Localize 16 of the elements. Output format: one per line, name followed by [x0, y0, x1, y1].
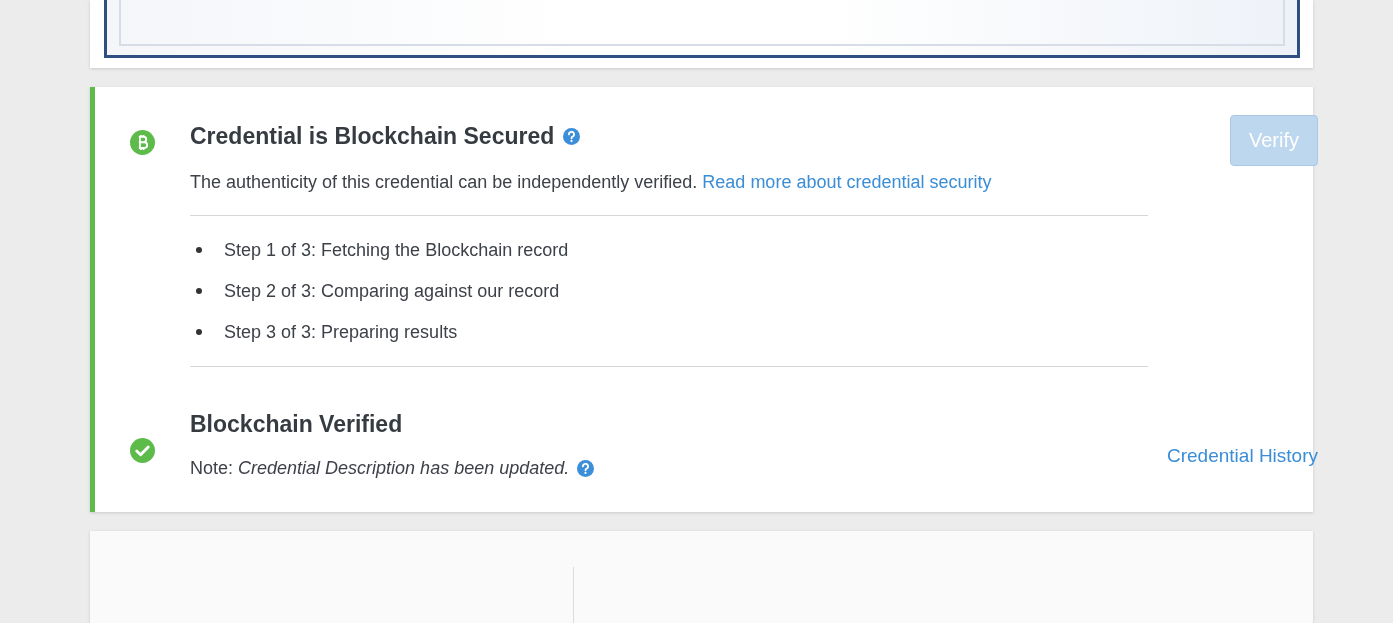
- result-title: Blockchain Verified: [190, 411, 404, 438]
- bullet-icon: [196, 247, 202, 253]
- step-text: Step 1 of 3: Fetching the Blockchain record: [224, 239, 569, 262]
- help-icon[interactable]: [563, 128, 581, 145]
- bullet-icon: [196, 288, 202, 294]
- help-icon[interactable]: [577, 460, 595, 477]
- step-text: Step 3 of 3: Preparing results: [224, 321, 458, 344]
- section-title: Credential is Blockchain Secured: [190, 123, 555, 150]
- step-text: Step 2 of 3: Comparing against our record: [224, 280, 560, 303]
- check-icon: [130, 438, 155, 463]
- history-link[interactable]: Credential History: [1167, 445, 1318, 467]
- description-text: The authenticity of this credential can be independently verified.: [190, 172, 698, 192]
- bullet-icon: [196, 329, 202, 335]
- security-link[interactable]: Read more about credential security: [702, 172, 992, 192]
- note-text: Note: Credential Description has been updated.: [190, 458, 570, 479]
- bitcoin-icon: [130, 130, 155, 155]
